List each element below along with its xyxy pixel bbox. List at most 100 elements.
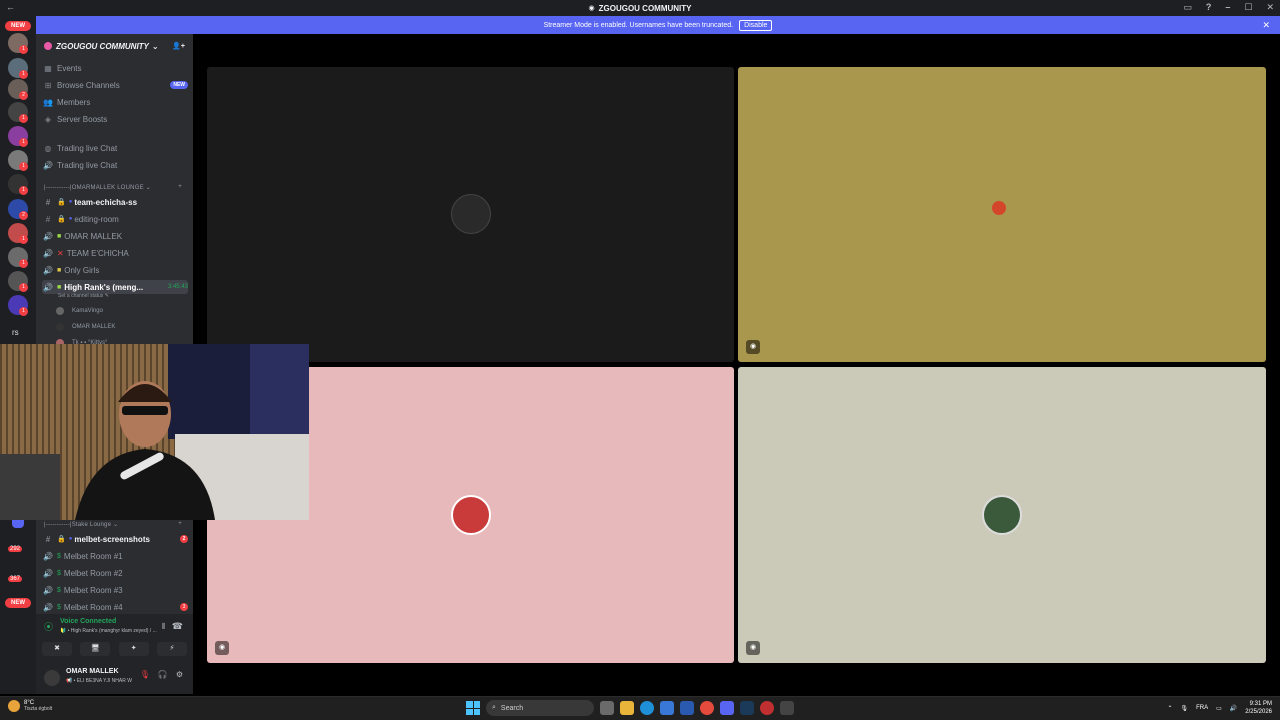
app-icon[interactable] <box>780 701 794 715</box>
taskbar-search[interactable]: ⌕ Search <box>486 700 594 716</box>
menu-members[interactable]: 👥 Members <box>42 95 188 109</box>
channel-item[interactable]: 🔊 Trading live Chat <box>42 158 188 172</box>
windows-start-icon[interactable] <box>466 701 480 715</box>
minimize-button[interactable]: – <box>1225 2 1230 13</box>
stream-icon[interactable]: ◉ <box>215 641 229 655</box>
channel-item[interactable]: 🔊 $ Melbet Room #2 <box>42 566 188 580</box>
channel-label: Only Girls <box>64 265 100 275</box>
voice-user-name: OMAR MALLEK <box>72 324 116 330</box>
participant-avatar <box>451 495 491 535</box>
category-header[interactable]: |-----------|Stake Lounge ⌄ + <box>44 521 188 528</box>
server-name: ZGOUGOU COMMUNITY <box>56 41 149 51</box>
dollar-icon: $ <box>57 569 61 577</box>
help-icon[interactable]: ? <box>1206 2 1212 13</box>
channel-status-input[interactable]: Set a channel status ✎ <box>58 293 109 299</box>
inbox-icon[interactable]: ▭ <box>1183 2 1192 13</box>
chrome-icon[interactable] <box>700 701 714 715</box>
voice-connection-panel: ⦿ Voice Connected 🔰 • High Rank's (mangh… <box>36 614 193 694</box>
video-tile[interactable]: ◉ <box>738 367 1266 663</box>
menu-server-boosts[interactable]: ◈ Server Boosts <box>42 112 188 126</box>
network-icon[interactable]: ▭ <box>1216 705 1222 712</box>
banner-close-icon[interactable]: ✕ <box>1262 20 1270 31</box>
hash-icon: # <box>45 214 51 224</box>
channel-item[interactable]: 🔊 $ Melbet Room #3 <box>42 583 188 597</box>
volume-icon[interactable]: 🔊 <box>1230 705 1237 712</box>
category-header[interactable]: |-----------|OMARMALLEK LOUNGE ⌄ + <box>44 184 188 191</box>
voice-icon: 🔊 <box>43 551 53 561</box>
voice-icon: 🔊 <box>43 265 53 275</box>
app-icon[interactable] <box>760 701 774 715</box>
back-arrow-icon[interactable]: ← <box>6 2 15 12</box>
add-channel-icon[interactable]: + <box>178 184 182 191</box>
disable-button[interactable]: Disable <box>739 19 773 31</box>
channel-label: Melbet Room #1 <box>63 551 123 561</box>
channel-item[interactable]: 🔊 ■ OMAR MALLEK <box>42 229 188 243</box>
weather-condition: Tiszta égbolt <box>24 706 53 712</box>
close-window-button[interactable]: ✕ <box>1266 2 1274 13</box>
menu-events[interactable]: ▦ Events <box>42 61 188 75</box>
video-tile[interactable]: ◉ <box>738 67 1266 362</box>
microphone-icon[interactable]: 🎙 <box>1181 705 1189 712</box>
active-voice-channel[interactable]: 🔊 ■ High Rank's (meng... 3:45:43 <box>42 280 188 294</box>
window-controls: ▭ ? – ☐ ✕ <box>1183 2 1274 13</box>
voice-channel-name[interactable]: 🔰 • High Rank's (manghyr klam zeyed) / .… <box>60 628 157 634</box>
channel-item[interactable]: # 🔒 ● editing-room <box>42 212 188 226</box>
search-icon: ⌕ <box>492 704 496 711</box>
language-indicator[interactable]: FRA <box>1196 705 1208 711</box>
voice-connected-label: Voice Connected <box>60 618 117 625</box>
mute-icon[interactable]: 🎙 <box>140 670 150 679</box>
voice-user[interactable]: KamaVingo <box>56 304 188 318</box>
screen-share-button[interactable]: 🖥 <box>80 642 111 656</box>
stream-icon[interactable]: ◉ <box>746 340 760 354</box>
menu-browse-channels[interactable]: ⊞ Browse Channels NEW <box>42 78 188 92</box>
voice-user[interactable]: OMAR MALLEK <box>56 320 188 334</box>
title-bar: ← ◉ ZGOUGOU COMMUNITY ▭ ? – ☐ ✕ <box>0 0 1280 16</box>
store-icon[interactable] <box>660 701 674 715</box>
avatar <box>56 307 64 315</box>
channel-label: High Rank's (meng... <box>64 282 144 292</box>
channel-item[interactable]: 🔊 ■ Only Girls <box>42 263 188 277</box>
camera-button[interactable]: ✖ <box>42 642 72 656</box>
time: 9:31 PM <box>1249 701 1272 707</box>
task-view-icon[interactable] <box>600 701 614 715</box>
soundboard-button[interactable]: ⚡ <box>156 642 187 656</box>
browse-icon: ⊞ <box>44 80 52 90</box>
mail-icon[interactable] <box>680 701 694 715</box>
badge-icon: ■ <box>57 232 62 240</box>
channel-item[interactable]: ◍ Trading live Chat <box>42 141 188 155</box>
dollar-icon: $ <box>57 586 61 594</box>
disconnect-icon[interactable]: ☎ <box>172 621 183 632</box>
deafen-icon[interactable]: 🎧 <box>158 670 168 679</box>
signal-icon: ⦿ <box>44 622 54 632</box>
participant-avatar <box>982 495 1022 535</box>
weather-icon <box>8 700 20 712</box>
stream-icon[interactable]: ◉ <box>746 641 760 655</box>
noise-suppression-icon[interactable]: ⫴ <box>162 622 165 632</box>
weather-widget[interactable]: 8°C Tiszta égbolt <box>8 700 52 712</box>
menu-label: Browse Channels <box>57 80 120 90</box>
activities-button[interactable]: ✦ <box>118 642 149 656</box>
edge-icon[interactable] <box>640 701 654 715</box>
server-initials[interactable]: rs <box>12 328 19 337</box>
channel-item[interactable]: 🔊 $ Melbet Room #1 <box>42 549 188 563</box>
file-explorer-icon[interactable] <box>620 701 634 715</box>
maximize-button[interactable]: ☐ <box>1244 2 1252 13</box>
voice-icon: 🔊 <box>43 160 53 170</box>
discord-icon[interactable] <box>720 701 734 715</box>
channel-item[interactable]: 🔊 $ Melbet Room #4 3 <box>42 600 188 614</box>
channel-label: team-echicha-ss <box>74 197 138 207</box>
clock[interactable]: 9:31 PM 2/25/2026 <box>1245 700 1272 716</box>
invite-icon[interactable]: 👤+ <box>172 42 185 50</box>
channel-item[interactable]: 🔊 ✕ TEAM E'CHICHA <box>42 246 188 260</box>
chevron-up-icon[interactable]: ⌃ <box>1167 705 1172 712</box>
settings-gear-icon[interactable]: ⚙ <box>176 670 183 679</box>
server-header[interactable]: ZGOUGOU COMMUNITY ⌄ 👤+ <box>36 34 193 58</box>
add-channel-icon[interactable]: + <box>178 521 182 528</box>
video-tile[interactable] <box>207 67 734 362</box>
channel-item[interactable]: # 🔒 ● team-echicha-ss <box>42 195 188 209</box>
category-label: |-----------|Stake Lounge ⌄ <box>44 522 119 528</box>
steam-icon[interactable] <box>740 701 754 715</box>
voice-icon: 🔊 <box>43 568 53 578</box>
channel-item[interactable]: # 🔒 ● melbet-screenshots 2 <box>42 532 188 546</box>
avatar[interactable] <box>44 670 60 686</box>
